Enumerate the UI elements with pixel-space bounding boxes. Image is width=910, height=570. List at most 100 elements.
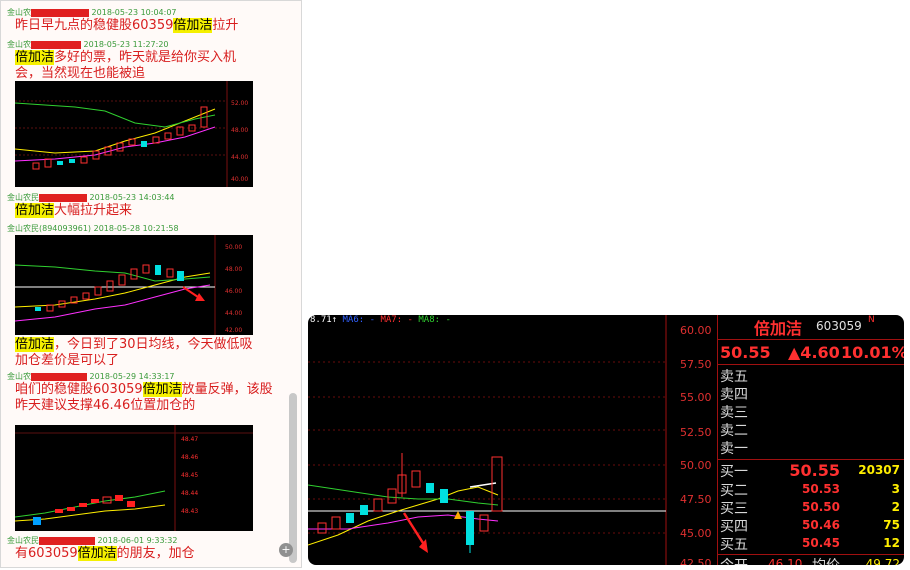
open-row: 今开 46.10 均价 49.72 xyxy=(720,555,902,565)
bid-price: 50.46 xyxy=(802,518,840,532)
ask-row: 卖三 xyxy=(720,402,902,421)
message-time: 2018-05-29 14:33:17 xyxy=(89,372,175,381)
message-meta: 金山农民(894093961) 2018-05-28 10:21:58 xyxy=(7,223,179,234)
message-text-segment: 大幅拉升起来 xyxy=(54,203,133,218)
message-time: 2018-05-23 14:03:44 xyxy=(89,193,175,202)
chart-screenshot-thumbnail[interactable]: 48.47 48.46 48.45 48.44 48.43 xyxy=(15,425,253,531)
candle xyxy=(440,489,448,503)
candlestick-chart xyxy=(308,315,667,565)
marker-triangle xyxy=(454,511,462,519)
chat-message-text: 倍加洁大幅拉升起来 xyxy=(15,203,277,219)
bid-row: 买三 50.50 2 xyxy=(720,498,902,517)
message-time: 2018-05-23 11:27:20 xyxy=(83,40,169,49)
candle xyxy=(411,470,421,488)
ask-row: 卖五 xyxy=(720,366,902,385)
bid-label: 买三 xyxy=(720,501,748,517)
candle xyxy=(479,514,489,532)
chat-message-text: 昨日早九点的稳健股60359倍加洁拉升 xyxy=(15,18,277,34)
bid-label: 买四 xyxy=(720,519,748,535)
sender-name: 金山农 xyxy=(7,40,31,49)
candlestick-thumbnail: 50.00 48.00 46.00 44.00 42.00 xyxy=(15,235,242,335)
message-meta: 金山农 2018-05-29 14:33:17 xyxy=(7,371,175,382)
tick-label: 48.00 xyxy=(225,266,242,273)
sender-name: 金山农民 xyxy=(7,536,39,545)
sender-name: 金山农民 xyxy=(7,193,39,202)
message-text-segment: 拉升 xyxy=(212,18,239,33)
ask-row: 卖一 xyxy=(720,438,902,457)
tick-label: 50.00 xyxy=(225,244,242,251)
candle xyxy=(466,511,474,545)
bid-volume: 2 xyxy=(891,500,900,514)
redacted-id xyxy=(31,40,81,49)
ma30-line xyxy=(308,484,499,506)
tick-label: 52.00 xyxy=(231,100,248,107)
candlestick-thumbnail: 48.47 48.46 48.45 48.44 48.43 xyxy=(15,425,253,531)
tick-label: 44.00 xyxy=(231,154,248,161)
redacted-id xyxy=(31,372,87,381)
stock-name-highlight: 倍加洁 xyxy=(15,50,55,65)
sender-name: 金山农民(894093961) xyxy=(7,224,92,233)
chart-screenshot-thumbnail[interactable]: 52.00 48.00 44.00 40.00 xyxy=(15,81,253,187)
bid-volume: 20307 xyxy=(858,463,900,477)
bid-price: 50.50 xyxy=(802,500,840,514)
stock-name-highlight: 倍加洁 xyxy=(15,203,55,218)
avg-price: 49.72 xyxy=(865,557,900,565)
bid-price: 50.53 xyxy=(802,482,840,496)
stock-code: 603059 xyxy=(816,319,862,333)
stock-name-highlight: 倍加洁 xyxy=(15,337,55,352)
ask-label: 卖三 xyxy=(720,405,748,421)
bid-price: 50.55 xyxy=(789,461,840,480)
candle xyxy=(360,505,368,515)
stock-name-highlight: 倍加洁 xyxy=(173,18,213,33)
bid-row: 买一 50.55 20307 xyxy=(720,461,902,480)
tick-label: 48.44 xyxy=(181,490,198,497)
message-text-segment: 有603059 xyxy=(15,546,78,561)
price-tick: 55.00 xyxy=(680,391,712,404)
price-tick: 42.50 xyxy=(680,557,712,565)
bid-label: 买五 xyxy=(720,537,748,553)
ask-label: 卖二 xyxy=(720,423,748,439)
chat-scrollbar[interactable] xyxy=(289,393,297,563)
tick-label: 42.00 xyxy=(225,327,242,334)
price-tick: 47.50 xyxy=(680,493,712,506)
bid-volume: 12 xyxy=(883,536,900,550)
message-text-segment: 昨日早九点的稳健股60359 xyxy=(15,18,174,33)
quote-panel: 倍加洁 603059 N 50.55 ▲4.60 10.01% 卖五 卖四 卖三… xyxy=(717,315,904,565)
tick-label: 48.46 xyxy=(181,454,198,461)
chart-screenshot-thumbnail[interactable]: 50.00 48.00 46.00 44.00 42.00 xyxy=(15,235,253,335)
zoom-icon[interactable]: + xyxy=(279,543,293,557)
redacted-id xyxy=(39,193,87,202)
ask-label: 卖五 xyxy=(720,369,748,385)
candle xyxy=(331,516,341,530)
price-tick: 50.00 xyxy=(680,459,712,472)
candle xyxy=(387,488,397,504)
stock-flag: N xyxy=(868,315,875,325)
tick-label: 40.00 xyxy=(231,176,248,183)
stock-name-highlight: 倍加洁 xyxy=(77,546,117,561)
message-time: 2018-05-28 10:21:58 xyxy=(93,224,179,233)
tick-label: 44.00 xyxy=(225,310,242,317)
bid-volume: 75 xyxy=(883,518,900,532)
bid-row: 买四 50.46 75 xyxy=(720,516,902,535)
redacted-id xyxy=(39,536,95,545)
message-meta: 金山农民 2018-06-01 9:33:32 xyxy=(7,535,177,546)
price-change-pct: 10.01% xyxy=(841,343,904,362)
stock-name-highlight: 倍加洁 xyxy=(142,382,182,397)
chat-message-text: 咱们的稳健股603059倍加洁放量反弹，该股昨天建议支撑46.46位置加仓的 xyxy=(15,382,277,414)
price-axis: 60.00 57.50 55.00 52.50 50.00 47.50 45.0… xyxy=(680,315,716,565)
message-text-segment: 的朋友，加仓 xyxy=(116,546,195,561)
message-time: 2018-06-01 9:33:32 xyxy=(97,536,178,545)
price-tick: 45.00 xyxy=(680,527,712,540)
message-meta: 金山农民 2018-05-23 14:03:44 xyxy=(7,192,175,203)
candle xyxy=(373,498,383,512)
tick-label: 48.00 xyxy=(231,127,248,134)
stock-chart-window: 8.71↑ MA6: - MA7: - MA8: - 60.00 57.50 5… xyxy=(308,315,904,565)
message-meta: 金山农 2018-05-23 10:04:07 xyxy=(7,7,177,18)
ask-row: 卖四 xyxy=(720,384,902,403)
sender-name: 金山农 xyxy=(7,8,31,17)
price-tick: 60.00 xyxy=(680,324,712,337)
bid-row: 买二 50.53 3 xyxy=(720,480,902,499)
candle xyxy=(426,483,434,493)
ask-label: 卖四 xyxy=(720,387,748,403)
avg-label: 均价 xyxy=(812,555,840,565)
